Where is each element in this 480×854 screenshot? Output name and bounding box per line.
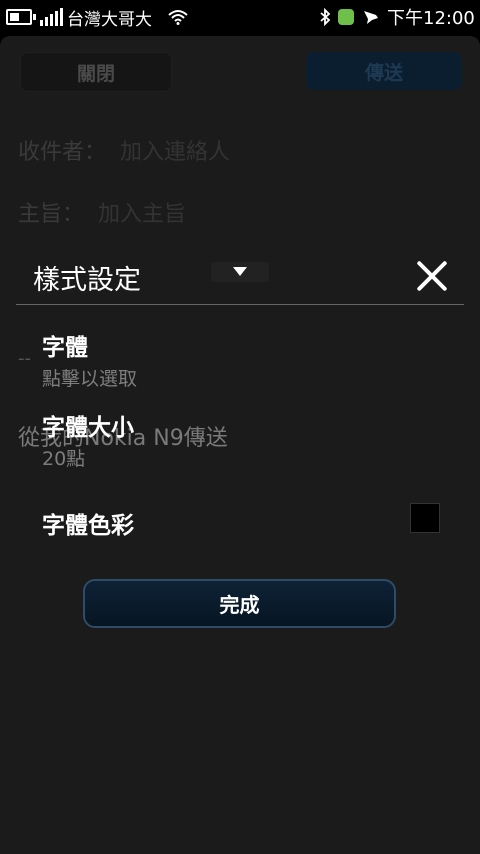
to-field[interactable]: 收件者： 加入連絡人 (18, 134, 230, 166)
dialog-divider (16, 304, 464, 305)
to-placeholder: 加入連絡人 (120, 140, 231, 165)
font-option-value: 點擊以選取 (42, 368, 138, 390)
dialog-title: 樣式設定 (33, 265, 141, 296)
status-bar: 台灣大哥大 下午12:00 (0, 0, 480, 34)
carrier-name: 台灣大哥大 (67, 9, 152, 30)
bluetooth-icon (319, 0, 331, 34)
subject-label: 主旨： (18, 202, 85, 227)
clock: 下午12:00 (387, 8, 475, 29)
signal-icon (40, 0, 63, 26)
battery-icon (6, 0, 36, 34)
font-option-label[interactable]: 字體 (42, 328, 88, 362)
font-color-option-label[interactable]: 字體色彩 (42, 506, 134, 540)
close-button[interactable]: 關閉 (20, 52, 172, 92)
app-notification-icon (338, 0, 354, 34)
done-button[interactable]: 完成 (83, 579, 396, 628)
to-label: 收件者： (18, 140, 107, 165)
chat-icon (362, 0, 380, 34)
signature-separator: -- (18, 348, 31, 369)
font-color-swatch[interactable] (410, 503, 440, 533)
subject-placeholder: 加入主旨 (98, 202, 187, 227)
font-size-option-label[interactable]: 字體大小 (42, 408, 134, 442)
font-size-option-value: 20點 (42, 448, 86, 470)
send-button[interactable]: 傳送 (306, 52, 462, 90)
subject-field[interactable]: 主旨： 加入主旨 (18, 196, 186, 228)
chevron-down-icon[interactable] (211, 262, 269, 282)
close-icon[interactable] (414, 258, 450, 294)
wifi-icon (168, 0, 188, 34)
